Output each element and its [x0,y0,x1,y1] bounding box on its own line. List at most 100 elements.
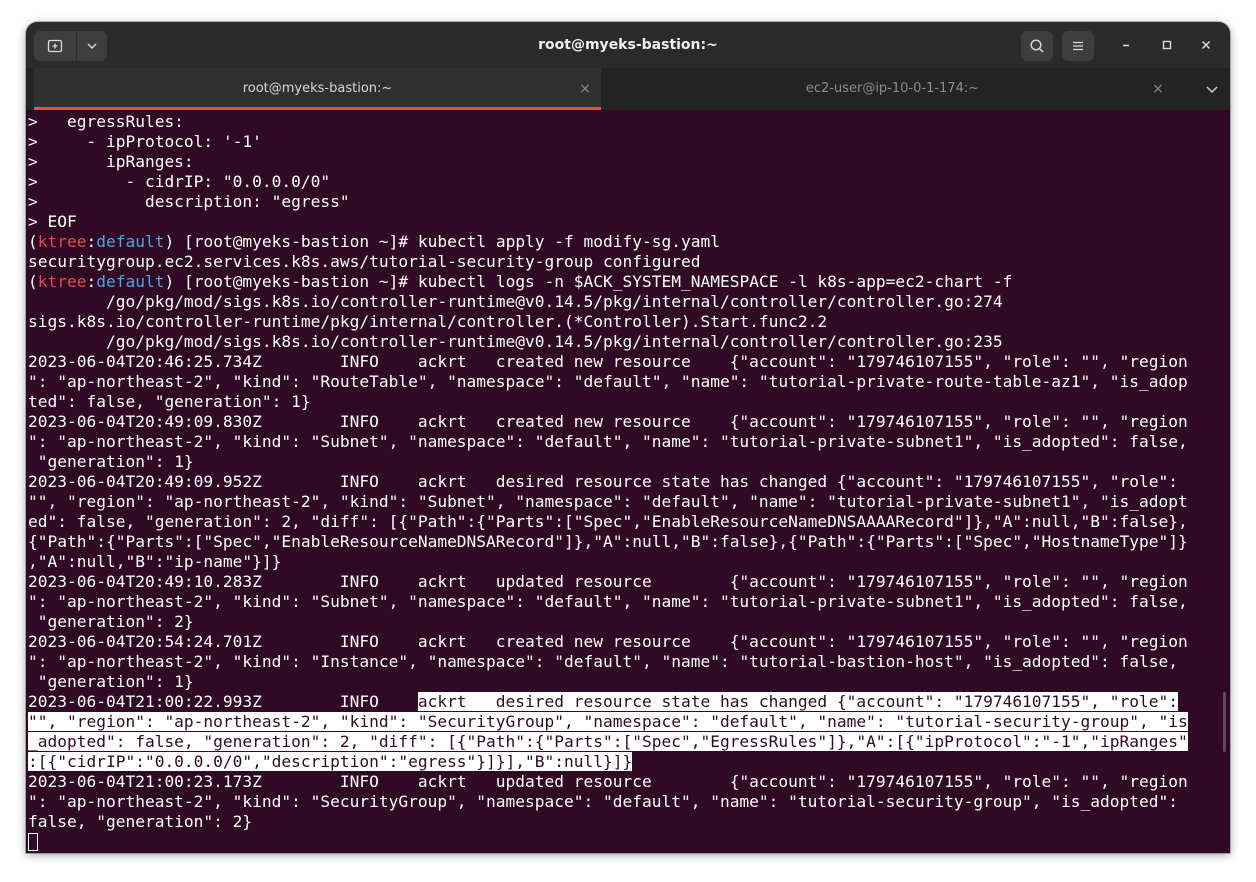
terminal-line: :[{"cidrIP":"0.0.0.0/0","description":"e… [28,752,1230,772]
tab-bar: root@myeks-bastion:~ × ec2-user@ip-10-0-… [26,68,1230,110]
tab-close-icon[interactable]: × [577,68,593,110]
terminal-line: "", "region": "ap-northeast-2", "kind": … [28,492,1230,512]
new-tab-menu-button[interactable] [77,31,107,61]
terminal-line: "generation": 2} [28,612,1230,632]
close-icon [1201,40,1211,50]
terminal-text: ": "ap-northeast-2", "kind": "SecurityGr… [28,792,1178,811]
search-icon [1030,39,1044,53]
terminal-line: 2023-06-04T20:49:10.283Z INFO ackrt upda… [28,572,1230,592]
terminal-line: (ktree:default) [root@myeks-bastion ~]# … [28,232,1230,252]
terminal-text: _adopted": false, "generation": 2, "diff… [28,732,1188,751]
tab-label: ec2-user@ip-10-0-1-174:~ [805,81,980,96]
tab-label: root@myeks-bastion:~ [242,81,393,96]
terminal-line: > EOF [28,212,1230,232]
terminal-line: 2023-06-04T21:00:22.993Z INFO ackrt desi… [28,692,1230,712]
terminal-scrollbar[interactable] [1223,692,1226,752]
terminal-text: ) [root@myeks-bastion ~]# kubectl logs -… [164,272,1013,291]
terminal-line: ed": false, "generation": 2, "diff": [{"… [28,512,1230,532]
new-tab-button[interactable] [34,31,76,61]
terminal-text: > - cidrIP: "0.0.0.0/0" [28,172,331,191]
terminal-text: 2023-06-04T20:49:09.830Z INFO ackrt crea… [28,412,1188,431]
terminal-text: "generation": 1} [28,672,194,691]
terminal-text: "", "region": "ap-northeast-2", "kind": … [28,712,1188,731]
terminal-line: ": "ap-northeast-2", "kind": "SecurityGr… [28,792,1230,812]
terminal-text: false, "generation": 2} [28,812,253,831]
tab-list-button[interactable] [1204,81,1220,97]
terminal-text: ( [28,232,38,251]
terminal-line: "generation": 1} [28,452,1230,472]
terminal-line: /go/pkg/mod/sigs.k8s.io/controller-runti… [28,292,1230,312]
terminal-line: ": "ap-northeast-2", "kind": "RouteTable… [28,372,1230,392]
terminal-text: 2023-06-04T20:49:10.283Z INFO ackrt upda… [28,572,1188,591]
terminal-line: ,"A":null,"B":"ip-name"}]} [28,552,1230,572]
terminal-text: ": "ap-northeast-2", "kind": "Subnet", "… [28,432,1188,451]
terminal-line: 2023-06-04T20:46:25.734Z INFO ackrt crea… [28,352,1230,372]
close-window-button[interactable] [1198,37,1214,53]
chevron-down-icon [87,43,97,49]
prompt-line [28,832,1230,852]
terminal-line: > description: "egress" [28,192,1230,212]
terminal-line: 2023-06-04T20:49:09.830Z INFO ackrt crea… [28,412,1230,432]
terminal-text: 2023-06-04T21:00:22.993Z INFO [28,692,418,711]
terminal-text: ed": false, "generation": 2, "diff": [{"… [28,512,1188,531]
terminal-text: ktree [37,232,87,251]
terminal-text: ,"A":null,"B":"ip-name"}]} [28,552,282,571]
terminal-line: > - cidrIP: "0.0.0.0/0" [28,172,1230,192]
terminal-text: 2023-06-04T21:00:23.173Z INFO ackrt upda… [28,772,1188,791]
terminal-text: "generation": 2} [28,612,194,631]
search-button[interactable] [1021,31,1053,61]
terminal-line: /go/pkg/mod/sigs.k8s.io/controller-runti… [28,332,1230,352]
terminal-text: : [86,232,97,251]
terminal-line: {"Path":{"Parts":["Spec","EnableResource… [28,532,1230,552]
terminal-text: > - ipProtocol: '-1' [28,132,262,151]
terminal-text: default [96,232,165,251]
terminal-text: > egressRules: [28,112,184,131]
terminal-line: > - ipProtocol: '-1' [28,132,1230,152]
terminal-text: securitygroup.ec2.services.k8s.aws/tutor… [28,252,701,271]
terminal-text: {"Path":{"Parts":["Spec","EnableResource… [28,532,1188,551]
terminal-text: 2023-06-04T20:54:24.701Z INFO ackrt crea… [28,632,1188,651]
terminal-line: 2023-06-04T21:00:23.173Z INFO ackrt upda… [28,772,1230,792]
maximize-icon [1162,40,1172,50]
terminal-text: : [86,272,97,291]
titlebar: root@myeks-bastion:~ [26,22,1230,68]
terminal-text: 2023-06-04T20:46:25.734Z INFO ackrt crea… [28,352,1188,371]
tab-close-icon[interactable]: × [1150,68,1166,110]
terminal-text: "generation": 1} [28,452,194,471]
terminal-text: ackrt desired resource state has changed… [417,692,1178,711]
terminal-line: "", "region": "ap-northeast-2", "kind": … [28,712,1230,732]
terminal-text: :[{"cidrIP":"0.0.0.0/0","description":"e… [28,752,633,771]
maximize-button[interactable] [1159,37,1175,53]
terminal-text: ) [root@myeks-bastion ~]# kubectl apply … [164,232,720,251]
terminal-text: ( [28,272,38,291]
terminal-line: (ktree:default) [root@myeks-bastion ~]# … [28,272,1230,292]
minimize-icon [1123,44,1129,47]
new-tab-split-button [34,31,118,61]
menu-button[interactable] [1062,31,1094,61]
tab-root-bastion[interactable]: root@myeks-bastion:~ × [34,68,601,110]
terminal-text: ": "ap-northeast-2", "kind": "Instance",… [28,652,1178,671]
tab-ec2-user[interactable]: ec2-user@ip-10-0-1-174:~ × [609,68,1176,110]
terminal-output[interactable]: > egressRules: > - ipProtocol: '-1' > ipRa… [26,110,1230,853]
chevron-down-icon [1206,86,1218,94]
terminal-text: /go/pkg/mod/sigs.k8s.io/controller-runti… [28,292,1003,311]
terminal-text: 2023-06-04T20:49:09.952Z INFO ackrt desi… [28,472,1178,491]
terminal-line: _adopted": false, "generation": 2, "diff… [28,732,1230,752]
minimize-button[interactable] [1118,37,1134,53]
terminal-text: "", "region": "ap-northeast-2", "kind": … [28,492,1188,511]
terminal-text: > EOF [28,212,77,231]
terminal-text: > description: "egress" [28,192,350,211]
new-tab-icon [47,39,63,53]
terminal-text: ": "ap-northeast-2", "kind": "Subnet", "… [28,592,1188,611]
terminal-line: "generation": 1} [28,672,1230,692]
terminal-text: ktree [37,272,87,291]
terminal-text: > ipRanges: [28,152,194,171]
terminal-line: securitygroup.ec2.services.k8s.aws/tutor… [28,252,1230,272]
terminal-line: sigs.k8s.io/controller-runtime/pkg/inter… [28,312,1230,332]
terminal-line: ": "ap-northeast-2", "kind": "Subnet", "… [28,432,1230,452]
terminal-line: 2023-06-04T20:54:24.701Z INFO ackrt crea… [28,632,1230,652]
terminal-line: > egressRules: [28,112,1230,132]
terminal-line: 2023-06-04T20:49:09.952Z INFO ackrt desi… [28,472,1230,492]
terminal-text: sigs.k8s.io/controller-runtime/pkg/inter… [28,312,828,331]
terminal-text: ": "ap-northeast-2", "kind": "RouteTable… [28,372,1188,391]
